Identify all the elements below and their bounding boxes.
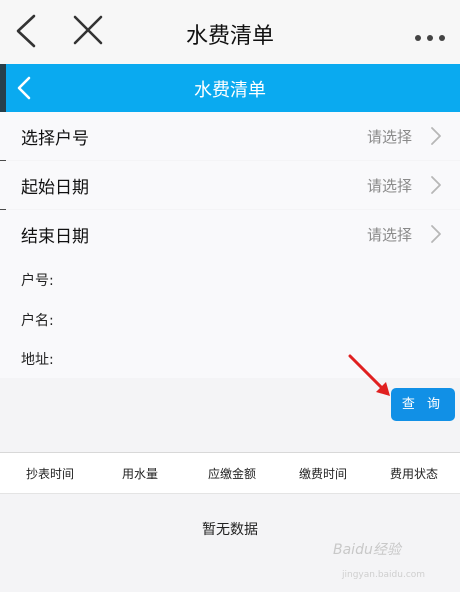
start-date-value: 请选择	[366, 177, 412, 195]
table-header: 抄表时间 用水量 应缴金额 缴费时间 费用状态	[0, 452, 460, 494]
chevron-right-icon	[430, 175, 442, 199]
start-date-label: 起始日期	[21, 178, 89, 198]
select-account-row[interactable]: 选择户号 请选择	[0, 112, 460, 160]
page-title: 水费清单	[185, 24, 274, 49]
column-header: 用水量	[121, 467, 158, 481]
select-account-label: 选择户号	[21, 129, 89, 149]
watermark-url: jingyan.baidu.com	[342, 570, 426, 580]
top-navigation-bar: 水费清单	[0, 0, 460, 65]
select-account-value: 请选择	[366, 128, 412, 146]
end-date-value: 请选择	[366, 226, 412, 244]
column-header: 缴费时间	[298, 467, 347, 481]
chevron-right-icon	[430, 224, 442, 248]
app-header: 水费清单	[0, 64, 460, 112]
header-title: 水费清单	[194, 80, 266, 101]
end-date-row[interactable]: 结束日期 请选择	[0, 210, 460, 258]
start-date-row[interactable]: 起始日期 请选择	[0, 161, 460, 209]
column-header: 抄表时间	[25, 467, 74, 481]
account-number-label: 户号:	[21, 273, 54, 289]
account-name-label: 户名:	[21, 313, 54, 329]
column-header: 应缴金额	[207, 467, 256, 481]
query-button[interactable]: 查 询	[391, 388, 455, 421]
column-header: 费用状态	[389, 467, 438, 481]
more-dots-icon[interactable]	[414, 28, 446, 47]
watermark-logo: Baidu经验	[333, 542, 401, 558]
empty-state-text: 暂无数据	[202, 522, 258, 538]
chevron-right-icon	[430, 126, 442, 150]
end-date-label: 结束日期	[21, 227, 89, 247]
address-label: 地址:	[21, 352, 54, 368]
